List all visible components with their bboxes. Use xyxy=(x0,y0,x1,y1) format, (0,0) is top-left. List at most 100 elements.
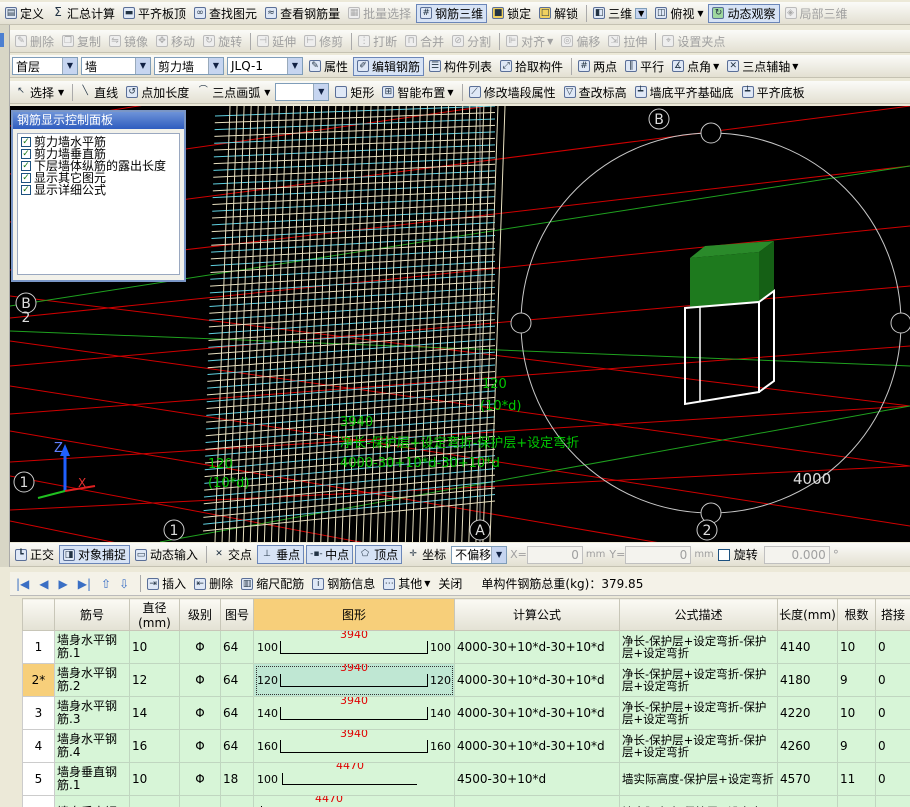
cell-formula[interactable] xyxy=(454,795,620,807)
chevron-down-icon[interactable]: ▼ xyxy=(635,7,648,19)
rebar-3d-button[interactable]: # 钢筋三维 xyxy=(416,3,488,23)
cell-grade[interactable]: Φ xyxy=(179,762,221,796)
cell-count[interactable]: 9 xyxy=(837,729,876,763)
cell-bar-no[interactable]: 墙身垂直钢 xyxy=(54,795,130,807)
cell-shape[interactable]: 160 3940 160 xyxy=(253,729,455,763)
cell-shape[interactable]: 4470 xyxy=(253,795,455,807)
table-row[interactable]: 5 墙身垂直钢筋.1 10 Φ 18 100 4470 4500-30+10*d 墙实际高度-保… xyxy=(22,762,910,796)
table-row[interactable]: 3 墙身水平钢筋.3 14 Φ 64 140 3940 140 4000-30+10*d-30+… xyxy=(22,696,910,730)
three-point-arc-button[interactable]: ⌒ 三点画弧 ▼ xyxy=(194,83,273,102)
cell-length[interactable] xyxy=(777,795,838,807)
cell-shape[interactable]: 140 3940 140 xyxy=(253,696,455,730)
stretch-button[interactable]: ⇲ 拉伸 xyxy=(605,32,650,51)
three-point-axis-button[interactable]: ✕ 三点辅轴 ▼ xyxy=(724,57,801,76)
view-3d-button[interactable]: ◧ 三维 ▼ xyxy=(590,4,650,23)
cell-length[interactable]: 4180 xyxy=(777,663,838,697)
cell-diameter[interactable]: 10 xyxy=(129,630,180,664)
local-3d-button[interactable]: ◈ 局部三维 xyxy=(782,4,851,23)
find-element-button[interactable]: ∞ 查找图元 xyxy=(191,4,260,23)
align-button[interactable]: ⊫ 对齐 ▼ xyxy=(503,32,556,51)
vertex-snap[interactable]: ⬠ 顶点 xyxy=(355,545,403,564)
cell-formula[interactable]: 4000-30+10*d-30+10*d xyxy=(454,630,620,664)
cell-lap[interactable]: 0 xyxy=(875,729,910,763)
cell-grade[interactable]: Φ xyxy=(179,696,221,730)
row-index[interactable]: 1 xyxy=(22,630,55,664)
align-slab-bottom-button[interactable]: ┷ 平齐底板 xyxy=(739,83,808,102)
parallel-button[interactable]: ∥ 平行 xyxy=(622,57,667,76)
define-button[interactable]: ▤ 定义 xyxy=(2,4,47,23)
close-button[interactable]: 关闭 xyxy=(435,574,465,593)
chevron-down-icon[interactable]: ▼ xyxy=(697,9,703,18)
orbit-handle-right[interactable] xyxy=(890,312,910,334)
copy-button[interactable]: ❐ 复制 xyxy=(59,32,104,51)
offset-button[interactable]: ◎ 偏移 xyxy=(558,32,603,51)
cell-formula-desc[interactable]: 净长-保护层+设定弯折-保护层+设定弯折 xyxy=(619,630,778,664)
cell-formula[interactable]: 4000-30+10*d-30+10*d xyxy=(454,663,620,697)
cell-length[interactable]: 4220 xyxy=(777,696,838,730)
cell-formula-desc[interactable]: 净长-保护层+设定弯折-保护层+设定弯折 xyxy=(619,663,778,697)
cell-fig-no[interactable]: 64 xyxy=(220,663,254,697)
cell-diameter[interactable]: 10 xyxy=(129,762,180,796)
wall-bottom-align-button[interactable]: ┷ 墙底平齐基础底 xyxy=(632,83,737,102)
other-button[interactable]: ⋯ 其他 ▼ xyxy=(380,574,433,593)
cell-lap[interactable]: 0 xyxy=(875,696,910,730)
rotate-button[interactable]: ↻ 旋转 xyxy=(200,32,245,51)
cell-length[interactable]: 4570 xyxy=(777,762,838,796)
cell-lap[interactable] xyxy=(875,795,910,807)
orbit-handle-top[interactable] xyxy=(700,122,722,144)
cell-grade[interactable]: Φ xyxy=(179,630,221,664)
last-record-icon[interactable]: ▶| xyxy=(78,577,91,591)
split-button[interactable]: ⊘ 分割 xyxy=(449,32,494,51)
element-type-select[interactable]: 墙 ▼ xyxy=(81,57,151,75)
first-record-icon[interactable]: |◀ xyxy=(16,577,29,591)
row-index[interactable]: 4 xyxy=(22,729,55,763)
scale-rebar-button[interactable]: ▥ 缩尺配筋 xyxy=(238,574,307,593)
rectangle-button[interactable]: 矩形 xyxy=(332,83,377,102)
cell-formula-desc[interactable]: 净长-保护层+设定弯折-保护层+设定弯折 xyxy=(619,696,778,730)
move-down-icon[interactable]: ⇩ xyxy=(119,577,129,591)
cell-bar-no[interactable]: 墙身水平钢筋.2 xyxy=(54,663,130,697)
checkbox-checked-icon[interactable]: ✓ xyxy=(21,185,31,195)
midpoint-snap[interactable]: -▪- 中点 xyxy=(306,545,354,564)
move-up-icon[interactable]: ⇧ xyxy=(101,577,111,591)
cell-count[interactable]: 10 xyxy=(837,630,876,664)
cell-shape[interactable]: 120 3940 120 xyxy=(253,663,455,697)
point-angle-button[interactable]: ∡ 点角 ▼ xyxy=(669,57,722,76)
two-point-button[interactable]: # 两点 xyxy=(575,57,620,76)
cell-lap[interactable]: 0 xyxy=(875,762,910,796)
table-row[interactable]: 4 墙身水平钢筋.4 16 Φ 64 160 3940 160 4000-30+10*d-30+… xyxy=(22,729,910,763)
extend-button[interactable]: ⊣ 延伸 xyxy=(254,32,299,51)
point-length-button[interactable]: ↺ 点加长度 xyxy=(123,83,192,102)
rotate-checkbox[interactable] xyxy=(717,548,730,561)
table-row[interactable]: 2* 墙身水平钢筋.2 12 Φ 64 120 3940 120 4000-30+10*d-30… xyxy=(22,663,910,697)
element-name-select[interactable]: JLQ-1 ▼ xyxy=(227,57,303,75)
prev-record-icon[interactable]: ◀ xyxy=(39,577,48,591)
option-show-detailed-formula[interactable]: ✓ 显示详细公式 xyxy=(21,184,176,196)
arc-option-select[interactable]: ▼ xyxy=(275,83,330,101)
offset-mode-select[interactable]: 不偏移 ▼ xyxy=(451,545,508,564)
cell-formula[interactable]: 4000-30+10*d-30+10*d xyxy=(454,729,620,763)
cell-bar-no[interactable]: 墙身水平钢筋.1 xyxy=(54,630,130,664)
cell-shape[interactable]: 100 4470 xyxy=(253,762,455,796)
cell-diameter[interactable]: 14 xyxy=(129,696,180,730)
next-record-icon[interactable]: ▶ xyxy=(59,577,68,591)
cell-lap[interactable]: 0 xyxy=(875,630,910,664)
intersection-snap[interactable]: ✕ 交点 xyxy=(210,545,255,564)
x-input[interactable]: 0 xyxy=(526,545,583,564)
delete-row-button[interactable]: ⇤ 删除 xyxy=(191,574,236,593)
cell-bar-no[interactable]: 墙身水平钢筋.4 xyxy=(54,729,130,763)
lock-button[interactable]: ■ 锁定 xyxy=(489,4,534,23)
merge-button[interactable]: ⊓ 合并 xyxy=(402,32,447,51)
pick-element-button[interactable]: ⤢ 拾取构件 xyxy=(497,57,566,76)
top-view-button[interactable]: ◫ 俯视 ▼ xyxy=(652,4,706,23)
cell-formula-desc[interactable]: 净长-保护层+设定弯折-保护层+设定弯折 xyxy=(619,729,778,763)
cell-fig-no[interactable]: 64 xyxy=(220,630,254,664)
object-snap-toggle[interactable]: ◨ 对象捕捉 xyxy=(59,545,131,564)
cell-length[interactable]: 4140 xyxy=(777,630,838,664)
check-elevation-button[interactable]: ▽ 查改标高 xyxy=(561,83,630,102)
cell-diameter[interactable] xyxy=(129,795,180,807)
checkbox-checked-icon[interactable]: ✓ xyxy=(21,173,31,183)
modify-wall-segment-button[interactable]: ⟋ 修改墙段属性 xyxy=(466,83,559,102)
y-input[interactable]: 0 xyxy=(625,545,692,564)
cell-lap[interactable]: 0 xyxy=(875,663,910,697)
